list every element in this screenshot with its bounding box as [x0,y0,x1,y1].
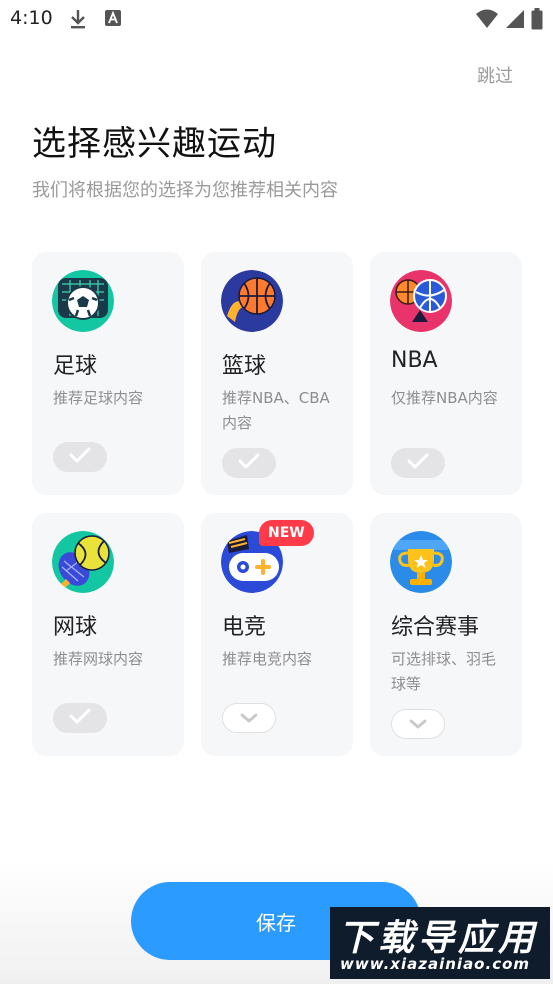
sport-name: NBA [391,348,438,373]
status-indicators [475,8,543,34]
select-toggle[interactable] [391,448,445,478]
soccer-icon [52,270,114,332]
signal-icon [505,9,525,33]
sport-card-general[interactable]: 综合赛事 可选排球、羽毛球等 [370,513,522,756]
check-icon [407,453,429,473]
select-toggle[interactable] [391,709,445,739]
chevron-down-icon [239,709,259,728]
sport-card-nba[interactable]: NBA 仅推荐NBA内容 [370,252,522,495]
sport-desc: 仅推荐NBA内容 [391,389,498,407]
select-toggle[interactable] [222,703,276,733]
battery-icon [531,8,543,34]
sport-name: 足球 [53,354,98,379]
select-toggle[interactable] [53,442,107,472]
new-badge: NEW [259,520,314,546]
sport-name: 网球 [53,615,98,640]
sport-desc: 推荐NBA、CBA内容 [222,389,330,432]
status-bar: 4:10 [0,0,553,38]
check-icon [69,708,91,728]
page-title: 选择感兴趣运动 [32,124,277,164]
check-icon [238,453,260,473]
wifi-icon [475,9,499,33]
page-subtitle: 我们将根据您的选择为您推荐相关内容 [32,180,338,201]
sport-grid: 足球 推荐足球内容 篮球 推荐NBA、CBA内容 NBA 仅推荐NBA内容 网球… [32,252,522,756]
watermark-url: www.xiazainiao.com [340,955,531,973]
sport-card-basketball[interactable]: 篮球 推荐NBA、CBA内容 [201,252,353,495]
check-icon [69,447,91,467]
tennis-icon [52,531,114,593]
sport-card-soccer[interactable]: 足球 推荐足球内容 [32,252,184,495]
skip-button[interactable]: 跳过 [477,62,513,88]
sport-name: 综合赛事 [391,615,480,640]
sport-desc: 推荐足球内容 [53,389,144,407]
a-icon [104,8,122,32]
select-toggle[interactable] [222,448,276,478]
status-time: 4:10 [10,7,53,29]
sport-card-esports[interactable]: NEW 电竞 推荐电竞内容 [201,513,353,756]
watermark-logo: 下载导应用 www.xiazainiao.com [330,907,550,979]
watermark-title: 下载导应用 [338,918,539,959]
sport-desc: 推荐电竞内容 [222,650,313,668]
download-icon [68,8,88,34]
sport-name: 电竞 [222,615,267,640]
chevron-down-icon [408,715,428,734]
trophy-icon [390,531,452,593]
select-toggle[interactable] [53,703,107,733]
sport-desc: 可选排球、羽毛球等 [391,650,497,693]
sport-card-tennis[interactable]: 网球 推荐网球内容 [32,513,184,756]
sport-desc: 推荐网球内容 [53,650,144,668]
sport-name: 篮球 [222,354,267,379]
nba-icon [390,270,452,332]
basketball-icon [221,270,283,332]
